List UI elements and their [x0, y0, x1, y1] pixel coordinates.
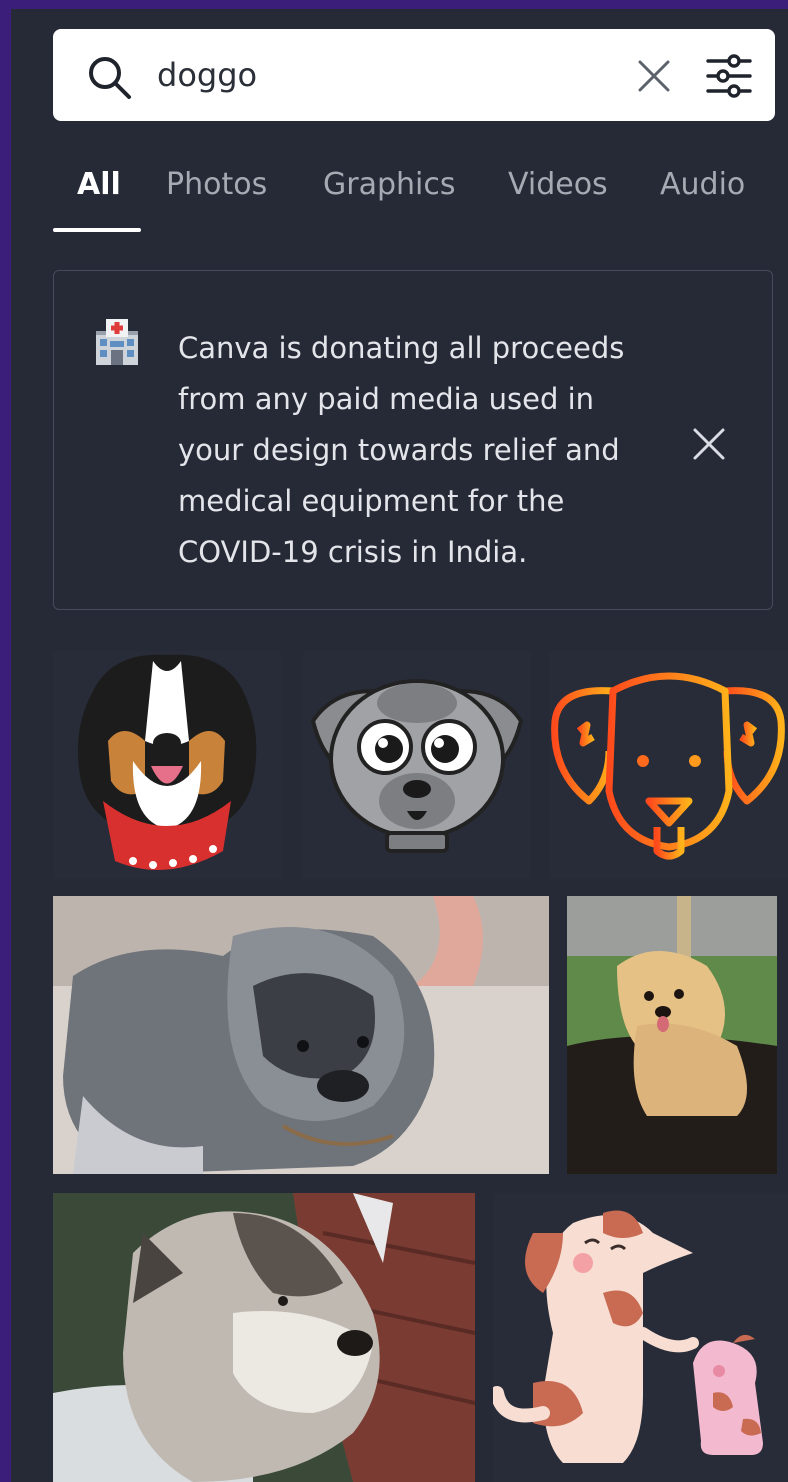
- cartoon-dogs-illustration: [493, 1210, 763, 1463]
- tab-photos[interactable]: Photos: [166, 161, 267, 209]
- malamute-dog-photo: [53, 1193, 475, 1482]
- search-panel: doggo All Photos Graphics Videos Audio C…: [11, 9, 788, 1482]
- search-input[interactable]: doggo: [157, 29, 257, 121]
- donation-notice: Canva is donating all proceeds from any …: [53, 270, 773, 610]
- graphic-cartoon-pug[interactable]: [303, 651, 531, 879]
- bernese-dog-illustration: [77, 654, 257, 870]
- search-bar[interactable]: doggo: [53, 29, 775, 121]
- tab-videos[interactable]: Videos: [508, 161, 608, 209]
- search-icon: [89, 57, 131, 99]
- sliders-icon[interactable]: [705, 53, 753, 99]
- graphic-bernese-dog[interactable]: [53, 651, 281, 879]
- tab-audio[interactable]: Audio: [660, 161, 745, 209]
- fluffy-tan-dog-photo: [567, 896, 777, 1174]
- close-icon[interactable]: [637, 59, 671, 93]
- cartoon-pug-illustration: [310, 679, 524, 853]
- gray-shaggy-dog-photo: [53, 896, 549, 1174]
- photo-gray-shaggy-dog[interactable]: [53, 896, 549, 1174]
- close-icon[interactable]: [692, 427, 726, 461]
- graphic-cartoon-dogs[interactable]: [493, 1193, 788, 1482]
- media-tabs: All Photos Graphics Videos Audio: [53, 161, 788, 233]
- graphic-outline-dog[interactable]: [549, 651, 788, 879]
- photo-malamute-dog[interactable]: [53, 1193, 475, 1482]
- photo-fluffy-tan-dog[interactable]: [567, 896, 777, 1174]
- outline-dog-illustration: [551, 672, 785, 860]
- tab-all[interactable]: All: [77, 161, 121, 209]
- notice-message: Canva is donating all proceeds from any …: [178, 331, 625, 569]
- tab-graphics[interactable]: Graphics: [323, 161, 455, 209]
- hospital-icon: [96, 319, 138, 365]
- active-tab-indicator: [53, 228, 141, 232]
